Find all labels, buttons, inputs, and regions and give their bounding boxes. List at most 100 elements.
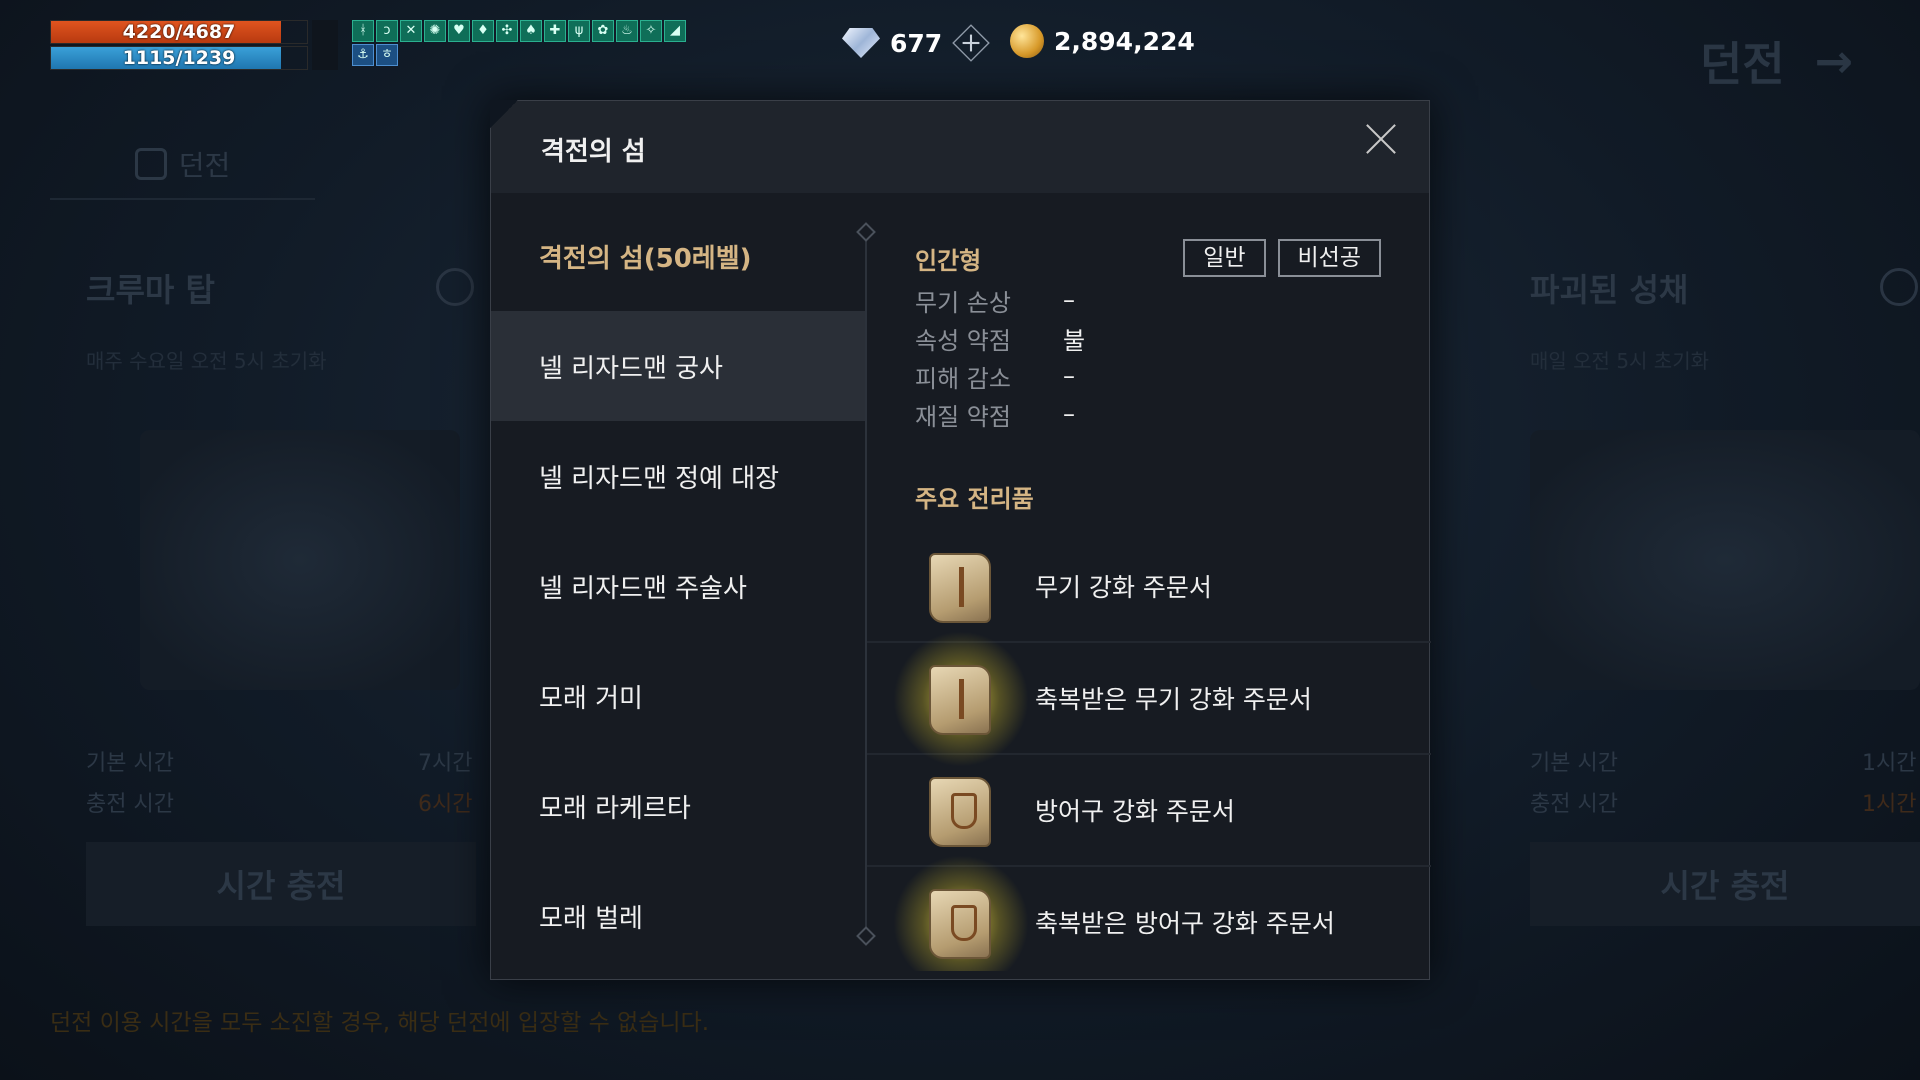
zoom-icon-left[interactable]	[436, 268, 474, 306]
base-time-value-right: 1시간	[1862, 751, 1917, 776]
buff-icon[interactable]: ✧	[640, 20, 662, 42]
weapon-scroll-icon	[923, 549, 999, 625]
monster-list[interactable]: 격전의 섬(50레벨) 넬 리자드맨 궁사 넬 리자드맨 정예 대장 넬 리자드…	[491, 201, 865, 971]
drop-item[interactable]: 방어구 강화 주문서	[867, 755, 1431, 867]
buff-icon[interactable]: ✕	[400, 20, 422, 42]
monster-stats: 무기 손상 – 속성 약점 불 피해 감소 – 재질 약점 –	[915, 281, 1085, 433]
drop-item-name: 축복받은 무기 강화 주문서	[1035, 685, 1312, 714]
monster-list-header: 격전의 섬(50레벨)	[539, 243, 752, 274]
base-time-label-right: 기본 시간	[1530, 751, 1618, 776]
monster-detail-panel: 인간형 일반 비선공 무기 손상 – 속성 약점 불 피해 감소 – 재질 약점…	[867, 201, 1431, 971]
card-subtitle-left: 매주 수요일 오전 5시 초기화	[86, 349, 327, 373]
charge-time-value-left: 6시간	[418, 792, 473, 817]
gold-coin-icon	[1010, 24, 1044, 58]
stat-label: 재질 약점	[915, 402, 1011, 431]
charge-time-label-left: 충전 시간	[86, 792, 174, 817]
charge-button-left[interactable]: 시간 충전	[86, 842, 476, 926]
gold-currency: 2,894,224	[1010, 24, 1195, 58]
buff-icon[interactable]: ⚓	[352, 44, 374, 66]
armor-scroll-icon	[923, 773, 999, 849]
drop-item[interactable]: 축복받은 방어구 강화 주문서	[867, 855, 1431, 971]
base-time-value-left: 7시간	[418, 751, 473, 776]
drop-list[interactable]: 무기 강화 주문서 축복받은 무기 강화 주문서 방어구 강화 주문서 축복받은…	[867, 531, 1431, 971]
gem-currency: 677	[842, 24, 990, 62]
buff-icon[interactable]: ψ	[568, 20, 590, 42]
stat-row: 속성 약점 불	[915, 319, 1085, 357]
diamond-icon	[842, 28, 880, 58]
stat-row: 무기 손상 –	[915, 281, 1085, 319]
buff-icon[interactable]: ✺	[424, 20, 446, 42]
header-corner-notch	[490, 100, 518, 128]
drop-item[interactable]: 축복받은 무기 강화 주문서	[867, 631, 1431, 767]
dungeon-image-left	[140, 430, 460, 690]
mp-text: 1115/1239	[122, 47, 236, 69]
monster-item[interactable]: 모래 벌레	[491, 861, 865, 971]
buff-icon[interactable]: ♨	[616, 20, 638, 42]
difficulty-buttons: 일반 비선공	[1183, 239, 1381, 277]
player-status-bars: 4220/4687 1115/1239	[50, 20, 338, 72]
screen-title: 던전 →	[1700, 28, 1853, 94]
buff-icons[interactable]: ᚼ ɔ ✕ ✺ ♥ ♦ ✣ ♠ ✚ ψ ✿ ♨ ✧ ◢ ⚓ ㅎ	[352, 20, 686, 68]
zoom-icon-right[interactable]	[1880, 268, 1918, 306]
blessed-armor-scroll-icon	[893, 855, 1029, 971]
monster-item[interactable]: 모래 라케르타	[491, 751, 865, 861]
buff-icon[interactable]: ᚼ	[352, 20, 374, 42]
normal-button[interactable]: 일반	[1183, 239, 1266, 277]
buff-icon[interactable]: ɔ	[376, 20, 398, 42]
close-button[interactable]	[1361, 119, 1401, 159]
status-bar-cap	[312, 20, 338, 70]
card-title-right: 파괴된 성채	[1530, 271, 1689, 309]
buff-icon[interactable]: ✿	[592, 20, 614, 42]
buff-icon[interactable]: ♠	[520, 20, 542, 42]
monster-item[interactable]: 넬 리자드맨 주술사	[491, 531, 865, 641]
stat-value: –	[1063, 286, 1075, 314]
modal-title: 격전의 섬	[541, 137, 646, 167]
main-drops-title: 주요 전리품	[915, 485, 1034, 513]
monster-item[interactable]: 넬 리자드맨 정예 대장	[491, 421, 865, 531]
charge-time-value-right: 1시간	[1862, 792, 1917, 817]
buff-icon[interactable]: ㅎ	[376, 44, 398, 66]
gem-amount: 677	[890, 28, 943, 58]
tab-dungeon[interactable]: 던전	[50, 130, 315, 200]
stat-value: –	[1063, 362, 1075, 390]
gold-amount: 2,894,224	[1054, 26, 1195, 56]
screen-title-text: 던전	[1700, 37, 1785, 91]
mp-bar: 1115/1239	[50, 46, 308, 70]
hp-text: 4220/4687	[122, 21, 236, 43]
buff-icon[interactable]: ◢	[664, 20, 686, 42]
base-time-label-left: 기본 시간	[86, 751, 174, 776]
buff-row-1: ᚼ ɔ ✕ ✺ ♥ ♦ ✣ ♠ ✚ ψ ✿ ♨ ✧ ◢	[352, 20, 686, 42]
stat-row: 피해 감소 –	[915, 357, 1085, 395]
non-aggressive-button[interactable]: 비선공	[1277, 239, 1381, 277]
buff-icon[interactable]: ♦	[472, 20, 494, 42]
buff-row-2: ⚓ ㅎ	[352, 44, 686, 66]
stat-row: 재질 약점 –	[915, 395, 1085, 433]
stat-value: 불	[1063, 326, 1086, 355]
charge-button-right[interactable]: 시간 충전	[1530, 842, 1920, 926]
drop-item-name: 방어구 강화 주문서	[1035, 797, 1235, 826]
dungeon-tab-icon	[134, 148, 167, 180]
monster-item[interactable]: 모래 거미	[491, 641, 865, 751]
stat-label: 속성 약점	[915, 326, 1011, 355]
stat-label: 피해 감소	[915, 364, 1011, 393]
buff-icon[interactable]: ✚	[544, 20, 566, 42]
buff-icon[interactable]: ♥	[448, 20, 470, 42]
monster-race: 인간형	[915, 247, 982, 275]
dungeon-notice: 던전 이용 시간을 모두 소진할 경우, 해당 던전에 입장할 수 없습니다.	[50, 1010, 710, 1036]
exit-arrow-icon[interactable]: →	[1815, 34, 1854, 88]
dungeon-image-right	[1530, 430, 1920, 690]
blessed-weapon-scroll-icon	[893, 631, 1029, 767]
drop-item-name: 축복받은 방어구 강화 주문서	[1035, 909, 1335, 938]
drop-item-name: 무기 강화 주문서	[1035, 573, 1212, 602]
buff-icon[interactable]: ✣	[496, 20, 518, 42]
monster-item[interactable]: 넬 리자드맨 궁사	[491, 311, 865, 421]
stat-label: 무기 손상	[915, 288, 1011, 317]
stat-value: –	[1063, 400, 1075, 428]
card-subtitle-right: 매일 오전 5시 초기화	[1530, 349, 1709, 373]
monster-info-modal: 격전의 섬 격전의 섬(50레벨) 넬 리자드맨 궁사 넬 리자드맨 정예 대장…	[490, 100, 1431, 980]
charge-time-label-right: 충전 시간	[1530, 792, 1618, 817]
add-gems-plus-icon[interactable]	[952, 24, 990, 62]
hp-bar: 4220/4687	[50, 20, 308, 44]
drop-item[interactable]: 무기 강화 주문서	[867, 531, 1431, 643]
card-title-left: 크루마 탑	[86, 271, 215, 309]
